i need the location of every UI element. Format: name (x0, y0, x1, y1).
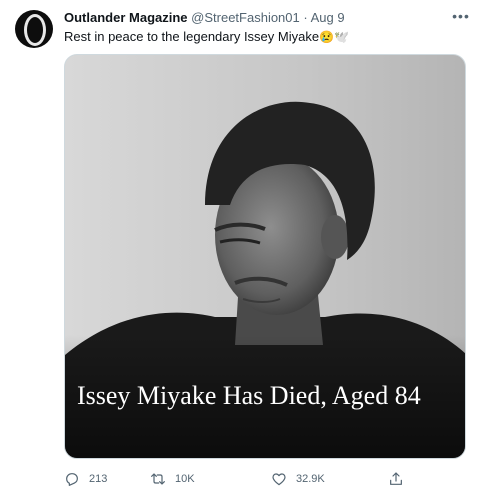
outlander-logo-icon (24, 14, 46, 46)
reply-icon (66, 473, 78, 486)
retweet-count: 10K (175, 473, 195, 485)
tweet[interactable]: Outlander Magazine @StreetFashion01 · Au… (0, 0, 477, 494)
more-options-button[interactable]: ••• (451, 6, 471, 26)
tweet-actions: 213 10K 32.9K (64, 470, 464, 488)
tweet-date[interactable]: Aug 9 (311, 10, 345, 25)
author-handle[interactable]: @StreetFashion01 (191, 10, 300, 25)
media-headline: Issey Miyake Has Died, Aged 84 (77, 381, 421, 410)
like-count: 32.9K (296, 473, 325, 485)
heart-icon (272, 473, 286, 486)
share-button[interactable] (388, 470, 413, 488)
tweet-header: Outlander Magazine @StreetFashion01 · Au… (64, 10, 434, 26)
reply-count: 213 (89, 473, 108, 485)
tweet-text-body: Rest in peace to the legendary Issey Miy… (64, 29, 320, 44)
retweet-button[interactable]: 10K (150, 470, 195, 488)
avatar[interactable] (15, 10, 53, 48)
reply-button[interactable]: 213 (64, 470, 107, 488)
retweet-icon (151, 473, 165, 485)
more-horizontal-icon: ••• (452, 8, 470, 24)
separator-dot: · (303, 10, 308, 25)
tweet-media-photo[interactable]: Issey Miyake Has Died, Aged 84 (64, 54, 466, 459)
tweet-text: Rest in peace to the legendary Issey Miy… (64, 28, 464, 46)
like-button[interactable]: 32.9K (271, 470, 325, 488)
author-display-name[interactable]: Outlander Magazine (64, 10, 188, 25)
crying-face-emoji: 😢 (319, 30, 335, 44)
dove-emoji: 🕊️ (334, 30, 349, 44)
share-icon (390, 472, 402, 485)
